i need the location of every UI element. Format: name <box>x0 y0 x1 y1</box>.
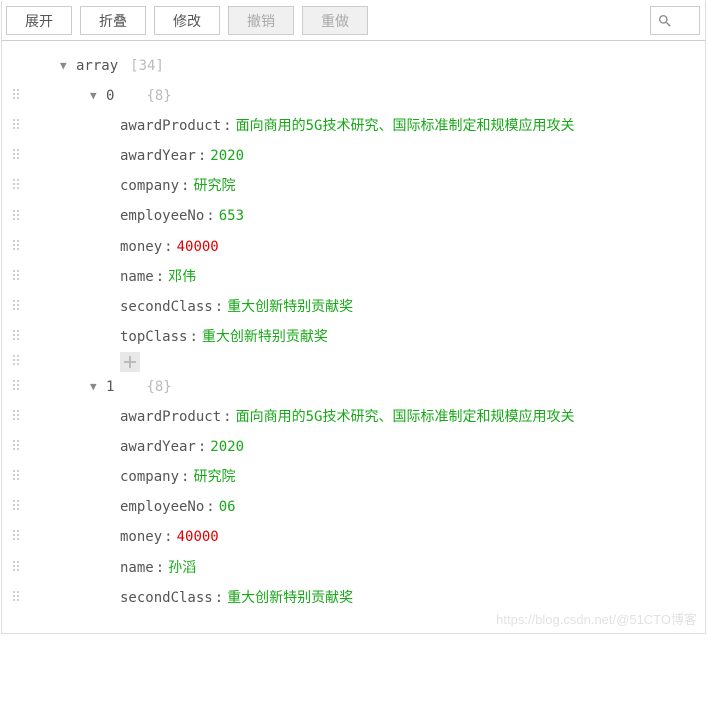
property-row[interactable]: awardYear:2020 <box>2 432 705 462</box>
property-value: 40000 <box>177 522 219 552</box>
property-value: 面向商用的5G技术研究、国际标准制定和规模应用攻关 <box>236 402 575 432</box>
property-value: 邓伟 <box>168 262 196 292</box>
drag-handle-icon[interactable] <box>2 415 30 419</box>
property-key: money <box>120 232 162 262</box>
redo-button[interactable]: 重做 <box>302 6 368 35</box>
property-value: 06 <box>219 492 236 522</box>
chevron-down-icon[interactable] <box>90 84 106 108</box>
property-value: 重大创新特别贡献奖 <box>227 292 353 322</box>
property-row[interactable]: employeeNo: 653 <box>2 201 705 231</box>
add-button[interactable] <box>120 352 140 372</box>
drag-handle-icon[interactable] <box>2 335 30 339</box>
property-value: 2020 <box>210 141 244 171</box>
root-row[interactable]: array [34] <box>2 51 705 81</box>
property-key: topClass <box>120 322 187 352</box>
property-key: awardProduct <box>120 111 221 141</box>
property-key: awardProduct <box>120 402 221 432</box>
root-label: array <box>76 51 118 81</box>
drag-handle-icon[interactable] <box>2 475 30 479</box>
drag-handle-icon[interactable] <box>2 215 30 219</box>
property-row[interactable]: money:40000 <box>2 232 705 262</box>
drag-handle-icon[interactable] <box>2 305 30 309</box>
drag-handle-icon[interactable] <box>2 124 30 128</box>
property-row[interactable]: company:研究院 <box>2 462 705 492</box>
property-key: name <box>120 553 154 583</box>
drag-handle-icon[interactable] <box>2 535 30 539</box>
search-box[interactable] <box>650 6 700 35</box>
drag-handle-icon[interactable] <box>2 566 30 570</box>
property-row[interactable]: money:40000 <box>2 522 705 552</box>
property-value: 653 <box>219 201 244 231</box>
item-count: {8} <box>146 372 171 402</box>
property-row[interactable]: topClass:重大创新特别贡献奖 <box>2 322 705 352</box>
property-row[interactable]: awardProduct:面向商用的5G技术研究、国际标准制定和规模应用攻关 <box>2 111 705 141</box>
chevron-down-icon[interactable] <box>90 375 106 399</box>
search-icon <box>657 13 673 29</box>
property-row[interactable]: secondClass:重大创新特别贡献奖 <box>2 583 705 613</box>
property-key: employeeNo <box>120 492 204 522</box>
drag-handle-icon[interactable] <box>2 154 30 158</box>
property-key: secondClass <box>120 292 213 322</box>
root-count: [34] <box>130 51 164 81</box>
property-key: awardYear <box>120 141 196 171</box>
drag-handle-icon[interactable] <box>2 445 30 449</box>
item-index: 0 <box>106 81 114 111</box>
item-count: {8} <box>146 81 171 111</box>
property-key: company <box>120 171 179 201</box>
property-value: 研究院 <box>193 462 235 492</box>
collapse-button[interactable]: 折叠 <box>80 6 146 35</box>
drag-handle-icon[interactable] <box>2 385 30 389</box>
property-value: 2020 <box>210 432 244 462</box>
property-row[interactable]: awardYear:2020 <box>2 141 705 171</box>
property-key: name <box>120 262 154 292</box>
property-row[interactable]: name:邓伟 <box>2 262 705 292</box>
property-row[interactable]: employeeNo: 06 <box>2 492 705 522</box>
property-row[interactable]: awardProduct:面向商用的5G技术研究、国际标准制定和规模应用攻关 <box>2 402 705 432</box>
property-row[interactable]: secondClass:重大创新特别贡献奖 <box>2 292 705 322</box>
property-row[interactable]: name:孙滔 <box>2 553 705 583</box>
drag-handle-icon[interactable] <box>2 275 30 279</box>
property-value: 40000 <box>177 232 219 262</box>
plus-icon <box>124 356 136 368</box>
drag-handle-icon[interactable] <box>2 94 30 98</box>
toolbar: 展开 折叠 修改 撤销 重做 <box>2 1 705 41</box>
property-value: 重大创新特别贡献奖 <box>227 583 353 613</box>
property-value: 孙滔 <box>168 553 196 583</box>
property-key: money <box>120 522 162 552</box>
undo-button[interactable]: 撤销 <box>228 6 294 35</box>
json-editor: array [34] 0{8}awardProduct:面向商用的5G技术研究、… <box>2 41 705 633</box>
drag-handle-icon[interactable] <box>2 245 30 249</box>
property-value: 重大创新特别贡献奖 <box>202 322 328 352</box>
expand-button[interactable]: 展开 <box>6 6 72 35</box>
add-row <box>2 352 705 372</box>
object-row[interactable]: 0 {8} <box>2 81 705 111</box>
drag-handle-icon[interactable] <box>2 505 30 509</box>
drag-handle-icon[interactable] <box>2 360 30 364</box>
modify-button[interactable]: 修改 <box>154 6 220 35</box>
chevron-down-icon[interactable] <box>60 54 76 78</box>
drag-handle-icon[interactable] <box>2 184 30 188</box>
property-value: 研究院 <box>193 171 235 201</box>
property-row[interactable]: company:研究院 <box>2 171 705 201</box>
property-key: secondClass <box>120 583 213 613</box>
property-value: 面向商用的5G技术研究、国际标准制定和规模应用攻关 <box>236 111 575 141</box>
property-key: company <box>120 462 179 492</box>
property-key: awardYear <box>120 432 196 462</box>
drag-handle-icon[interactable] <box>2 596 30 600</box>
property-key: employeeNo <box>120 201 204 231</box>
object-row[interactable]: 1 {8} <box>2 372 705 402</box>
item-index: 1 <box>106 372 114 402</box>
